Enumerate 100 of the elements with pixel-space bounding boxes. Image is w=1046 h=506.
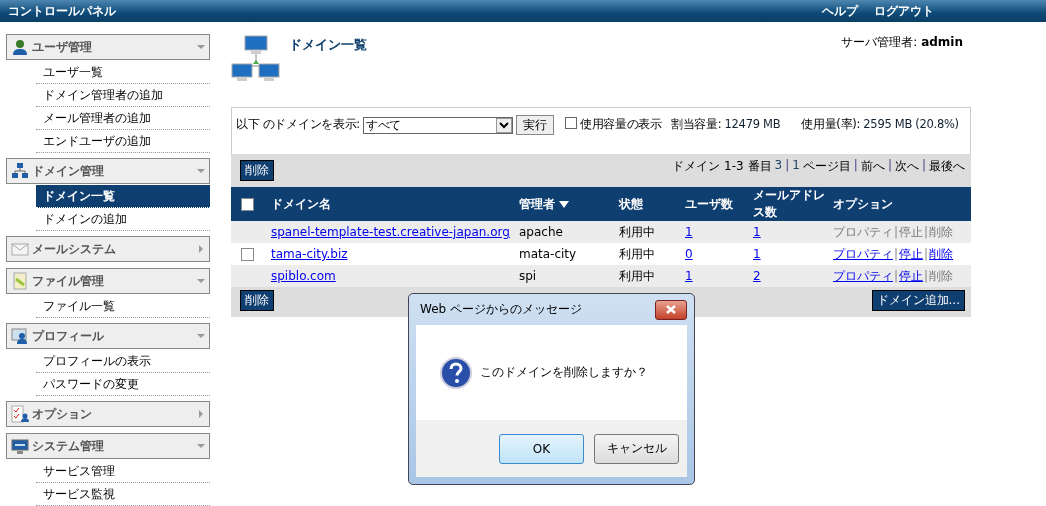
pager-text[interactable]: 前へ bbox=[860, 158, 885, 175]
pager-separator: | bbox=[785, 158, 790, 174]
option-link: 削除 bbox=[929, 268, 954, 283]
domain-filter-dropdown[interactable]: すべて bbox=[362, 117, 513, 134]
close-icon bbox=[666, 305, 676, 314]
quota-text: 割当容量: 12479 MB bbox=[670, 117, 781, 132]
sidebar-item[interactable]: ファイル一覧 bbox=[36, 295, 210, 318]
pager-text[interactable]: 次へ bbox=[894, 158, 919, 175]
option-separator: | bbox=[924, 268, 929, 283]
sidebar-item[interactable]: パスワードの変更 bbox=[36, 373, 210, 396]
caret-icon bbox=[197, 43, 205, 51]
user-icon bbox=[11, 38, 29, 56]
option-separator: | bbox=[924, 246, 929, 261]
user-count-link[interactable]: 1 bbox=[685, 225, 693, 239]
sidebar-item[interactable]: ドメイン管理者の追加 bbox=[36, 84, 210, 107]
option-link[interactable]: プロパティ bbox=[833, 246, 893, 261]
mail-count-link[interactable]: 1 bbox=[753, 225, 761, 239]
table-cell: mata-city bbox=[519, 247, 577, 261]
pager-count: 1 bbox=[792, 158, 800, 174]
checklist-icon bbox=[11, 405, 29, 423]
option-separator: | bbox=[894, 224, 899, 239]
envelope-icon bbox=[11, 240, 29, 258]
domain-link[interactable]: tama-city.biz bbox=[271, 247, 348, 261]
app-title: コントロールパネル bbox=[7, 2, 117, 20]
sidebar-section-header[interactable]: メールシステム bbox=[6, 236, 210, 262]
add-domain-button[interactable]: ドメイン追加... bbox=[871, 290, 965, 311]
caret-icon bbox=[197, 410, 205, 418]
column-header[interactable]: ドメイン名 bbox=[271, 195, 331, 213]
pager-separator: | bbox=[853, 158, 858, 174]
sidebar-item[interactable]: ドメインの追加 bbox=[36, 208, 210, 231]
page-title: ドメイン一覧 bbox=[289, 36, 368, 54]
pager-separator: | bbox=[921, 158, 926, 174]
caret-icon bbox=[197, 277, 205, 285]
dialog-message: このドメインを削除しますか？ bbox=[480, 364, 648, 381]
sort-icon bbox=[559, 200, 569, 208]
dialog-button[interactable]: OK bbox=[499, 433, 584, 464]
user-count-link[interactable]: 0 bbox=[685, 247, 693, 261]
option-link: プロパティ bbox=[833, 224, 893, 239]
row-checkbox[interactable] bbox=[241, 247, 254, 261]
mail-count-link[interactable]: 1 bbox=[753, 247, 761, 261]
option-separator: | bbox=[924, 224, 929, 239]
delete-button[interactable]: 削除 bbox=[240, 290, 274, 311]
pager-count: 3 bbox=[774, 158, 783, 174]
network-icon bbox=[11, 162, 29, 180]
sidebar-section-header[interactable]: システム管理 bbox=[6, 433, 210, 459]
header-link[interactable]: ヘルプ bbox=[822, 2, 858, 20]
dialog-button[interactable]: キャンセル bbox=[594, 433, 679, 464]
caret-icon bbox=[197, 442, 205, 450]
option-separator: | bbox=[894, 268, 899, 283]
question-icon bbox=[440, 356, 472, 389]
profile-icon bbox=[11, 327, 29, 345]
option-link[interactable]: 停止 bbox=[899, 268, 924, 283]
run-button[interactable]: 実行 bbox=[515, 115, 554, 135]
server-admin-label: サーバ管理者: admin bbox=[841, 34, 963, 51]
dialog-title: Web ページからのメッセージ bbox=[420, 301, 582, 318]
filter-label: 以下 のドメインを表示: bbox=[236, 117, 360, 132]
table-cell: 利用中 bbox=[619, 268, 655, 283]
header-link[interactable]: ログアウト bbox=[874, 2, 934, 20]
pager-text[interactable]: ページ目 bbox=[802, 158, 851, 175]
sidebar-section-header[interactable]: ドメイン管理 bbox=[6, 158, 210, 184]
option-link[interactable]: 停止 bbox=[899, 246, 924, 261]
option-link[interactable]: 削除 bbox=[929, 246, 954, 261]
checkbox-label: 使用容量の表示 bbox=[579, 117, 662, 132]
usage-text: 使用量(率): 2595 MB (20.8%) bbox=[801, 117, 959, 132]
option-separator: | bbox=[894, 246, 899, 261]
delete-button[interactable]: 削除 bbox=[240, 160, 274, 181]
sidebar-item[interactable]: プロフィールの表示 bbox=[36, 350, 210, 373]
user-count-link[interactable]: 1 bbox=[685, 269, 693, 283]
column-header[interactable]: 状態 bbox=[619, 195, 643, 213]
sidebar-item[interactable]: サービス監視 bbox=[36, 483, 210, 506]
caret-icon bbox=[197, 167, 205, 175]
pager-separator: | bbox=[887, 158, 892, 174]
table-cell: apache bbox=[519, 225, 563, 239]
pager-text[interactable]: 最後へ bbox=[929, 158, 965, 175]
sidebar-section-header[interactable]: オプション bbox=[6, 401, 210, 427]
table-cell: spi bbox=[519, 269, 537, 283]
sidebar-item[interactable]: エンドユーザの追加 bbox=[36, 130, 210, 153]
checkbox[interactable] bbox=[564, 117, 577, 129]
sidebar-item[interactable]: サービス管理 bbox=[36, 460, 210, 483]
document-icon bbox=[11, 272, 29, 290]
mail-count-link[interactable]: 2 bbox=[753, 269, 761, 283]
sidebar-item[interactable]: ドメイン一覧 bbox=[36, 185, 210, 208]
sidebar-section-header[interactable]: ファイル管理 bbox=[6, 268, 210, 294]
select-all-checkbox[interactable] bbox=[241, 197, 254, 211]
caret-icon bbox=[197, 332, 205, 340]
table-cell: 利用中 bbox=[619, 246, 655, 261]
sidebar-item[interactable]: メール管理者の追加 bbox=[36, 107, 210, 130]
option-link: 停止 bbox=[899, 224, 924, 239]
monitor-icon bbox=[11, 437, 29, 455]
close-button[interactable] bbox=[655, 299, 687, 320]
domain-link[interactable]: spiblo.com bbox=[271, 269, 336, 283]
sidebar-section-header[interactable]: ユーザ管理 bbox=[6, 34, 210, 60]
option-link: 削除 bbox=[929, 224, 954, 239]
sidebar-section-header[interactable]: プロフィール bbox=[6, 323, 210, 349]
table-cell: 利用中 bbox=[619, 224, 655, 239]
network-icon bbox=[231, 34, 281, 84]
sidebar-item[interactable]: ユーザ一覧 bbox=[36, 61, 210, 84]
pager-text[interactable]: ドメイン 1-3 番目 bbox=[672, 158, 772, 175]
option-link[interactable]: プロパティ bbox=[833, 268, 893, 283]
caret-icon bbox=[197, 245, 205, 253]
